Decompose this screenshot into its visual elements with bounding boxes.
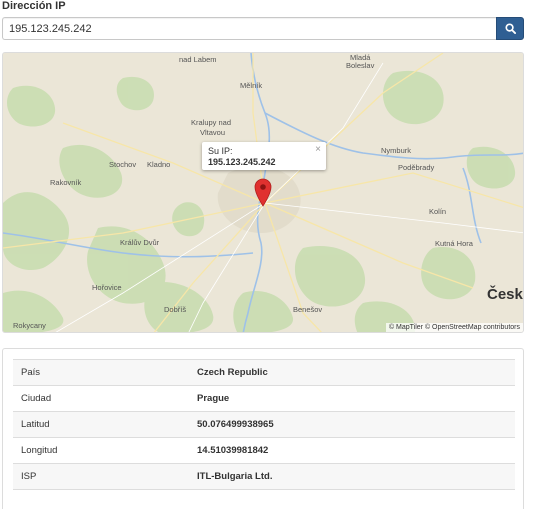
city-value: Prague (189, 385, 515, 412)
popup-ip-value: 195.123.245.242 (208, 157, 276, 167)
map-label: Kralupy nad (191, 118, 232, 127)
map-label: nad Labem (179, 55, 217, 64)
map-label: Stochov (109, 160, 137, 169)
map-attribution[interactable]: © MapTiler © OpenStreetMap contributors (385, 323, 523, 332)
ip-search-bar (2, 17, 524, 40)
map-label: Boleslav (346, 61, 375, 70)
map-label: Dobříš (164, 305, 187, 314)
map-label: Kutná Hora (435, 239, 473, 248)
city-label: Ciudad (13, 385, 189, 412)
country-value: Czech Republic (189, 359, 515, 386)
map-label: Hořovice (92, 283, 122, 292)
map-label: Rakovník (50, 178, 82, 187)
map-label: Rokycany (13, 321, 46, 330)
longitude-value: 14.51039981842 (189, 437, 515, 464)
ip-address-label: Dirección IP (2, 0, 66, 12)
country-label: País (13, 359, 189, 386)
map-label: Vltavou (200, 128, 226, 137)
map-label: Benešov (293, 305, 323, 314)
search-button[interactable] (496, 17, 524, 40)
table-row: Latitud 50.076499938965 (13, 411, 515, 438)
isp-label: ISP (13, 463, 189, 490)
popup-close-icon[interactable]: × (315, 145, 321, 155)
map-label: Králův Dvůr (120, 238, 160, 247)
map-label: Poděbrady (398, 163, 435, 172)
map-label: Kladno (147, 160, 171, 169)
table-row: País Czech Republic (13, 359, 515, 386)
isp-value: ITL-Bulgaria Ltd. (189, 463, 515, 490)
map-label: Kolín (429, 207, 447, 216)
table-row: Ciudad Prague (13, 385, 515, 412)
map-label: Česko (487, 286, 523, 303)
table-row: Longitud 14.51039981842 (13, 437, 515, 464)
ip-address-input[interactable] (2, 17, 496, 40)
map-label: Nymburk (381, 146, 412, 155)
longitude-label: Longitud (13, 437, 189, 464)
ip-info-panel: País Czech Republic Ciudad Prague Latitu… (2, 348, 524, 509)
table-row: ISP ITL-Bulgaria Ltd. (13, 463, 515, 490)
location-pin-icon[interactable] (254, 177, 272, 207)
location-map[interactable]: nad Labem Mladá Boleslav Mělník Kralupy … (2, 52, 524, 333)
ip-popup: Su IP: 195.123.245.242 × (202, 142, 326, 170)
popup-caption: Su IP: (208, 146, 233, 156)
ip-info-table: País Czech Republic Ciudad Prague Latitu… (13, 359, 515, 490)
latitude-label: Latitud (13, 411, 189, 438)
latitude-value: 50.076499938965 (189, 411, 515, 438)
map-label: Mělník (240, 81, 263, 90)
search-icon (504, 23, 516, 34)
